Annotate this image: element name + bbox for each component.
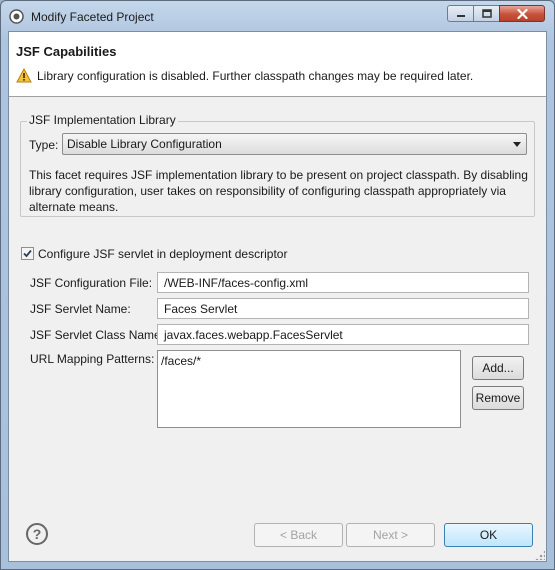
configure-servlet-checkbox[interactable] <box>21 247 34 260</box>
dialog-window: Modify Faceted Project JSF Capabilities … <box>0 0 555 570</box>
help-icon[interactable]: ? <box>26 523 48 545</box>
chevron-down-icon <box>513 142 521 147</box>
ok-button[interactable]: OK <box>444 523 533 547</box>
remove-button-label: Remove <box>475 391 521 405</box>
config-file-field[interactable]: /WEB-INF/faces-config.xml <box>157 272 529 293</box>
back-button[interactable]: < Back <box>254 523 343 547</box>
next-button-label: Next > <box>372 528 408 542</box>
list-item[interactable]: /faces/* <box>161 354 201 368</box>
eclipse-app-icon <box>9 9 24 24</box>
config-file-label: JSF Configuration File: <box>30 276 153 290</box>
config-file-value: /WEB-INF/faces-config.xml <box>164 276 309 290</box>
servlet-name-label: JSF Servlet Name: <box>30 302 131 316</box>
dialog-content: JSF Capabilities Library configuration i… <box>8 31 547 562</box>
url-patterns-list[interactable]: /faces/* <box>157 350 461 428</box>
servlet-class-value: javax.faces.webapp.FacesServlet <box>164 328 343 342</box>
title-bar[interactable]: Modify Faceted Project <box>1 1 554 31</box>
type-label: Type: <box>29 138 59 152</box>
header-banner: JSF Capabilities Library configuration i… <box>9 32 546 97</box>
add-pattern-button[interactable]: Add... <box>472 356 524 380</box>
configure-servlet-label: Configure JSF servlet in deployment desc… <box>38 247 288 261</box>
servlet-name-value: Faces Servlet <box>164 302 238 316</box>
page-title: JSF Capabilities <box>16 44 117 59</box>
resize-grip[interactable] <box>535 550 545 560</box>
minimize-button[interactable] <box>447 5 474 22</box>
maximize-icon <box>481 9 492 18</box>
next-button[interactable]: Next > <box>346 523 435 547</box>
library-type-select[interactable]: Disable Library Configuration <box>62 133 527 155</box>
warning-icon <box>16 68 32 83</box>
servlet-class-field[interactable]: javax.faces.webapp.FacesServlet <box>157 324 529 345</box>
maximize-button[interactable] <box>473 5 500 22</box>
group-label: JSF Implementation Library <box>27 113 178 127</box>
close-window-button[interactable] <box>499 5 545 22</box>
library-type-value: Disable Library Configuration <box>67 137 222 151</box>
help-glyph: ? <box>32 526 42 542</box>
remove-pattern-button[interactable]: Remove <box>472 386 524 410</box>
servlet-class-label: JSF Servlet Class Name: <box>30 328 165 342</box>
checkmark-icon <box>23 249 32 258</box>
library-description: This facet requires JSF implementation l… <box>29 168 528 214</box>
warning-message: Library configuration is disabled. Furth… <box>37 69 474 83</box>
add-button-label: Add... <box>482 361 514 375</box>
window-title: Modify Faceted Project <box>31 10 154 24</box>
close-icon <box>516 8 528 19</box>
ok-button-label: OK <box>479 528 498 542</box>
servlet-name-field[interactable]: Faces Servlet <box>157 298 529 319</box>
url-patterns-label: URL Mapping Patterns: <box>30 352 155 366</box>
back-button-label: < Back <box>279 528 318 542</box>
minimize-icon <box>456 14 465 17</box>
